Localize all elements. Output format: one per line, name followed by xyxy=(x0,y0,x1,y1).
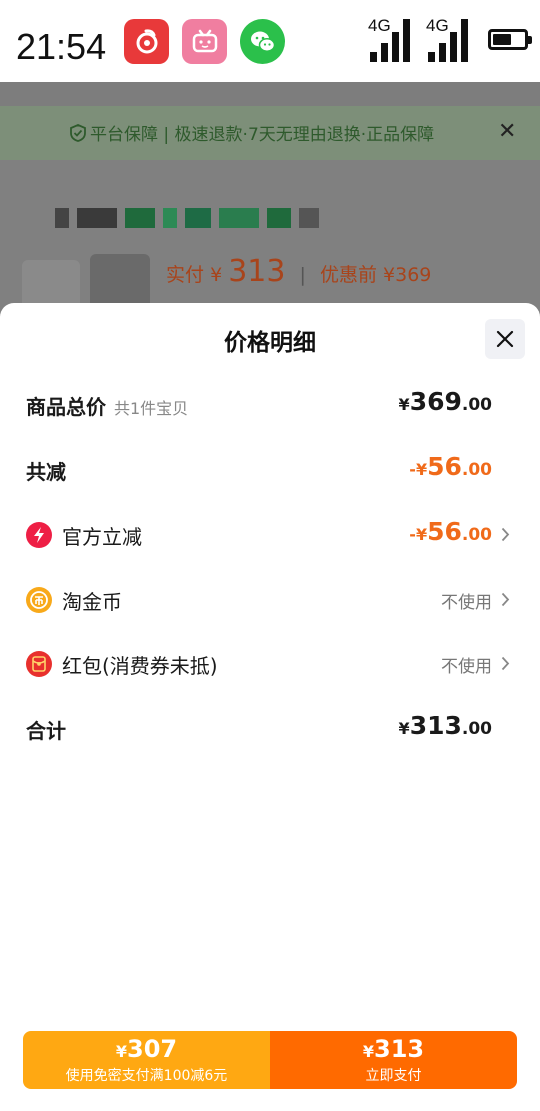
pay-now-button[interactable]: ¥313 立即支付 xyxy=(270,1031,517,1089)
red-packet-icon xyxy=(26,651,52,677)
banner-close-icon[interactable]: ✕ xyxy=(498,119,516,144)
grand-total-value: ¥313.00 xyxy=(398,711,492,740)
chevron-right-icon xyxy=(501,527,510,542)
taojinbi-row[interactable]: 淘金币 不使用 xyxy=(26,580,518,620)
gold-coin-icon xyxy=(26,587,52,613)
background-order-page: 平台保障 | 极速退款·7天无理由退换·正品保障 ✕ 实付 ¥ 313 | 优惠… xyxy=(0,82,540,322)
background-price: 实付 ¥ 313 | 优惠前 ¥369 xyxy=(166,254,432,289)
status-bar: 21:54 4G 4G xyxy=(0,0,540,82)
sheet-title: 价格明细 xyxy=(224,330,316,356)
total-discount-row: 共减 -¥56.00 xyxy=(26,452,492,484)
total-goods-price-row: 商品总价 共1件宝贝 ¥369.00 xyxy=(26,387,492,419)
cellular-signal-icon: 4G xyxy=(426,16,472,64)
guarantee-text: 平台保障 | 极速退款·7天无理由退换·正品保障 xyxy=(70,120,434,145)
status-time: 21:54 xyxy=(16,26,107,67)
wechat-icon xyxy=(240,19,285,64)
official-discount-value: -¥56.00 xyxy=(409,517,492,546)
red-packet-status: 不使用 xyxy=(441,657,492,677)
shield-icon xyxy=(70,124,86,142)
chevron-right-icon xyxy=(501,656,510,671)
item-count-note: 共1件宝贝 xyxy=(114,399,189,418)
bilibili-icon xyxy=(182,19,227,64)
total-discount-value: -¥56.00 xyxy=(409,452,492,481)
chevron-right-icon xyxy=(501,592,510,607)
official-discount-row[interactable]: 官方立减 -¥56.00 xyxy=(26,515,518,555)
blurred-product-title xyxy=(55,208,319,228)
cellular-signal-icon: 4G xyxy=(368,16,414,64)
close-button[interactable] xyxy=(485,319,525,359)
battery-icon xyxy=(488,29,532,50)
lightning-icon xyxy=(26,522,52,548)
payment-bar: ¥307 使用免密支付满100减6元 ¥313 立即支付 xyxy=(23,1031,517,1089)
close-icon xyxy=(496,330,514,348)
netease-music-icon xyxy=(124,19,169,64)
red-packet-row[interactable]: 红包(消费券未抵) 不使用 xyxy=(26,644,518,684)
taojinbi-status: 不使用 xyxy=(441,593,492,613)
password-free-pay-button[interactable]: ¥307 使用免密支付满100减6元 xyxy=(23,1031,270,1089)
order-card xyxy=(0,160,540,322)
price-detail-sheet: 价格明细 商品总价 共1件宝贝 ¥369.00 共减 -¥56.00 官方立减 -… xyxy=(0,303,540,1111)
grand-total-row: 合计 ¥313.00 xyxy=(26,711,492,743)
total-goods-price-value: ¥369.00 xyxy=(398,387,492,416)
